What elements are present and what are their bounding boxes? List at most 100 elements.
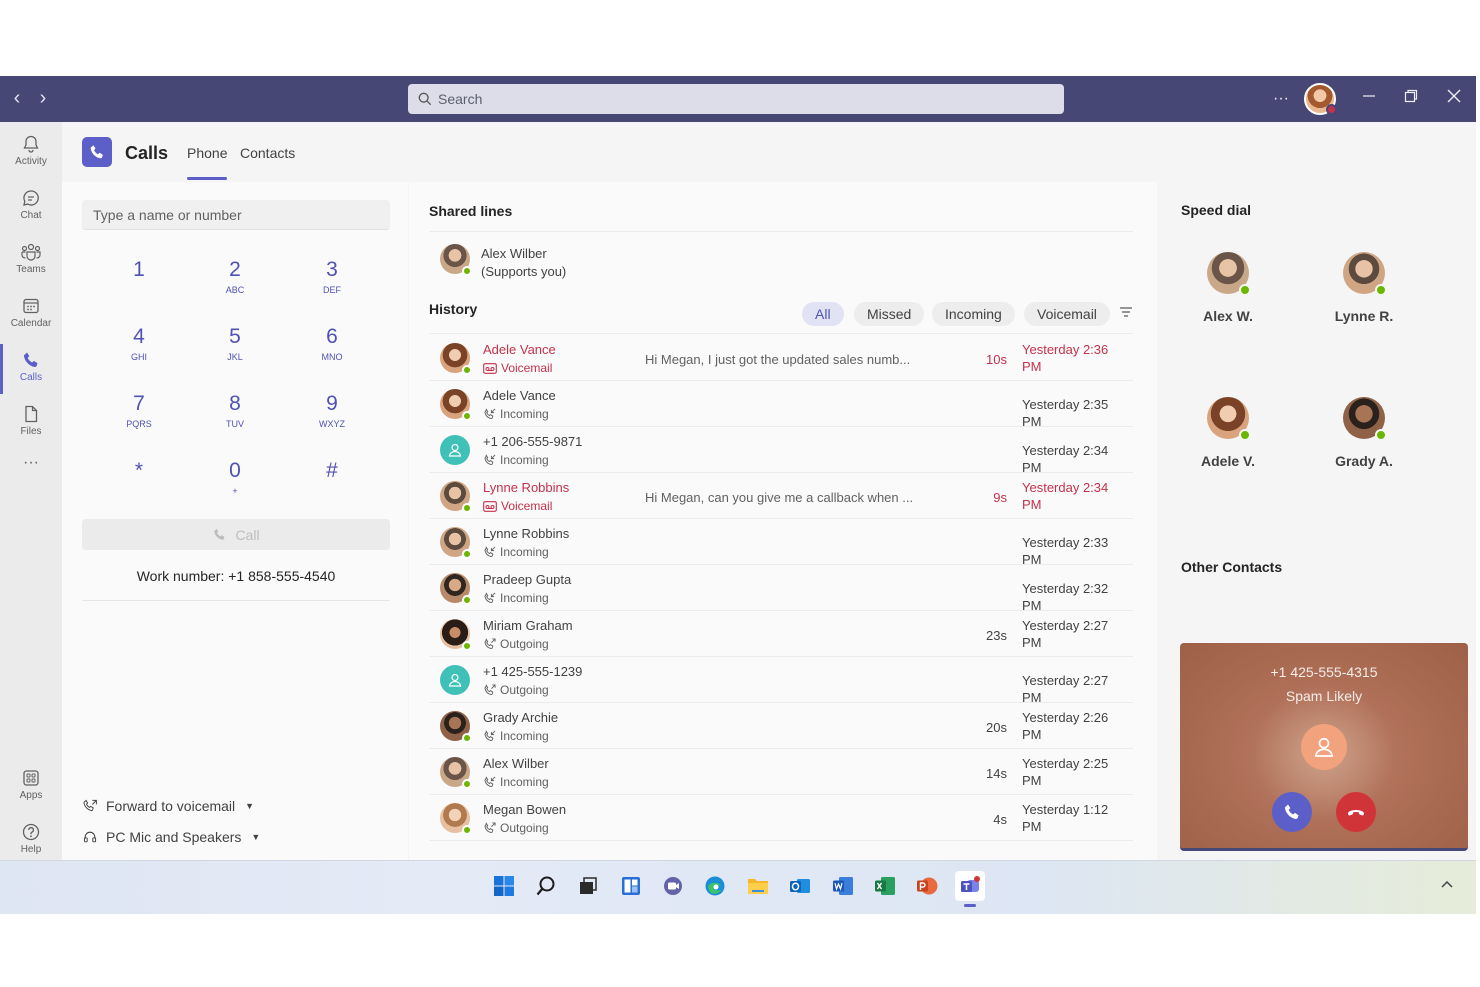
voicemail-preview: Hi Megan, I just got the updated sales n…: [645, 352, 911, 367]
history-row[interactable]: Adele Vance Incoming Yesterday 2:35 PM: [429, 381, 1133, 429]
history-row[interactable]: Megan Bowen Outgoing 4s Yesterday 1:12 PM: [429, 795, 1133, 841]
call-kind: Voicemail: [483, 499, 552, 513]
rail-item-chat[interactable]: Chat: [0, 182, 62, 232]
search-input[interactable]: [438, 91, 1038, 107]
filter-all[interactable]: All: [802, 302, 844, 326]
call-time: Yesterday 2:25 PM: [1022, 755, 1118, 789]
outlook-icon[interactable]: [785, 871, 815, 901]
history-row[interactable]: Pradeep Gupta Incoming Yesterday 2:32 PM: [429, 565, 1133, 613]
incoming-call-icon: [484, 407, 496, 419]
accept-call-button[interactable]: [1272, 792, 1312, 832]
history-row[interactable]: +1 425-555-1239 Outgoing Yesterday 2:27 …: [429, 657, 1133, 705]
profile-avatar[interactable]: [1304, 83, 1337, 115]
dialer-panel: 1 2 ABC 3 DEF 4 GHI 5 JKL 6 MNO 7 PQRS 8 TUV 9 W…: [62, 182, 408, 860]
call-button[interactable]: Call: [82, 519, 390, 550]
help-icon: [22, 823, 40, 841]
dial-key-1[interactable]: 1: [99, 258, 179, 310]
dial-key-9[interactable]: 9 WXYZ: [292, 392, 372, 444]
history-row[interactable]: Adele Vance Voicemail Hi Megan, I just g…: [429, 335, 1133, 381]
call-duration: 14s: [986, 766, 1007, 781]
edge-browser-icon[interactable]: [700, 871, 730, 901]
call-kind: Voicemail: [483, 361, 552, 375]
task-view-icon[interactable]: [573, 871, 603, 901]
dial-key-7[interactable]: 7 PQRS: [99, 392, 179, 444]
call-duration: 9s: [993, 490, 1007, 505]
file-explorer-icon[interactable]: [743, 871, 773, 901]
dial-key-number: 6: [326, 325, 338, 348]
call-time-line2: PM: [1022, 727, 1042, 742]
rail-more-icon[interactable]: ···: [0, 454, 62, 504]
rail-item-calls[interactable]: Calls: [0, 344, 62, 394]
call-time-line1: Yesterday 1:12: [1022, 802, 1109, 817]
call-time-line2: PM: [1022, 635, 1042, 650]
widgets-icon[interactable]: [616, 871, 646, 901]
excel-icon[interactable]: [870, 871, 900, 901]
rail-item-apps[interactable]: Apps: [0, 762, 62, 812]
teams-chat-icon[interactable]: [658, 871, 688, 901]
dial-key-0[interactable]: 0 +: [195, 459, 275, 511]
windows-start-icon[interactable]: [489, 871, 519, 901]
filter-incoming[interactable]: Incoming: [932, 302, 1015, 326]
speed-dial-contact[interactable]: Grady A.: [1309, 397, 1419, 469]
teams-app-icon[interactable]: [955, 871, 985, 907]
minimize-icon[interactable]: [1356, 86, 1382, 112]
filter-icon[interactable]: [1118, 304, 1134, 325]
dial-key-hash[interactable]: #: [292, 459, 372, 511]
history-row[interactable]: +1 206-555-9871 Incoming Yesterday 2:34 …: [429, 427, 1133, 475]
dial-key-star[interactable]: *: [99, 459, 179, 511]
word-icon[interactable]: [828, 871, 858, 901]
rail-item-help[interactable]: Help: [0, 816, 62, 866]
powerpoint-icon[interactable]: [912, 871, 942, 901]
tab-contacts[interactable]: Contacts: [240, 145, 295, 161]
history-row[interactable]: Lynne Robbins Incoming Yesterday 2:33 PM: [429, 519, 1133, 567]
search-box[interactable]: [408, 84, 1064, 114]
chevron-up-icon[interactable]: [1440, 876, 1454, 892]
call-time-line1: Yesterday 2:26: [1022, 710, 1109, 725]
dial-key-5[interactable]: 5 JKL: [195, 325, 275, 377]
call-kind-label: Voicemail: [501, 499, 553, 513]
forward-to-voicemail-dropdown[interactable]: Forward to voicemail ▼: [82, 798, 254, 814]
dial-key-3[interactable]: 3 DEF: [292, 258, 372, 310]
tab-phone[interactable]: Phone: [187, 145, 228, 180]
speed-dial-contact[interactable]: Lynne R.: [1309, 252, 1419, 324]
speed-dial-name: Adele V.: [1201, 453, 1255, 469]
history-row[interactable]: Grady Archie Incoming 20s Yesterday 2:26…: [429, 703, 1133, 749]
rail-item-calendar[interactable]: Calendar: [0, 290, 62, 340]
restore-icon[interactable]: [1398, 86, 1424, 112]
speed-dial-contact[interactable]: Adele V.: [1173, 397, 1283, 469]
dial-key-4[interactable]: 4 GHI: [99, 325, 179, 377]
dial-key-letters: WXYZ: [319, 419, 345, 429]
search-taskbar-icon[interactable]: [531, 871, 561, 901]
title-bar: ‹ › ···: [0, 76, 1476, 122]
close-icon[interactable]: [1441, 86, 1467, 112]
history-row[interactable]: Miriam Graham Outgoing 23s Yesterday 2:2…: [429, 611, 1133, 657]
phone-icon: [1284, 804, 1299, 820]
filter-voicemail[interactable]: Voicemail: [1024, 302, 1110, 326]
more-options-icon[interactable]: ···: [1268, 86, 1294, 112]
dial-key-letters: GHI: [130, 352, 147, 362]
calendar-icon: [23, 298, 39, 314]
avatar[interactable]: [440, 244, 472, 276]
back-arrow-icon[interactable]: ‹: [6, 87, 28, 109]
call-duration: 23s: [986, 628, 1007, 643]
dial-number-input[interactable]: [82, 200, 390, 230]
rail-item-activity[interactable]: Activity: [0, 128, 62, 178]
history-row[interactable]: Lynne Robbins Voicemail Hi Megan, can yo…: [429, 473, 1133, 519]
history-row[interactable]: Alex Wilber Incoming 14s Yesterday 2:25 P…: [429, 749, 1133, 795]
speed-dial-contact[interactable]: Alex W.: [1173, 252, 1283, 324]
forward-arrow-icon[interactable]: ›: [32, 87, 54, 109]
filter-missed[interactable]: Missed: [854, 302, 925, 326]
rail-item-files[interactable]: Files: [0, 398, 62, 448]
dial-key-8[interactable]: 8 TUV: [195, 392, 275, 444]
dial-key-2[interactable]: 2 ABC: [195, 258, 275, 310]
dial-key-letters: +: [232, 486, 238, 496]
presence-available-icon: [462, 779, 472, 789]
dial-key-6[interactable]: 6 MNO: [292, 325, 372, 377]
dial-key-number: 9: [326, 392, 338, 415]
audio-device-dropdown[interactable]: PC Mic and Speakers ▼: [82, 829, 260, 845]
rail-item-teams[interactable]: Teams: [0, 236, 62, 286]
caller-name: Adele Vance: [483, 388, 556, 403]
shared-line-note: (Supports you): [481, 264, 567, 279]
decline-call-button[interactable]: [1336, 792, 1376, 832]
person-icon: [448, 443, 462, 457]
